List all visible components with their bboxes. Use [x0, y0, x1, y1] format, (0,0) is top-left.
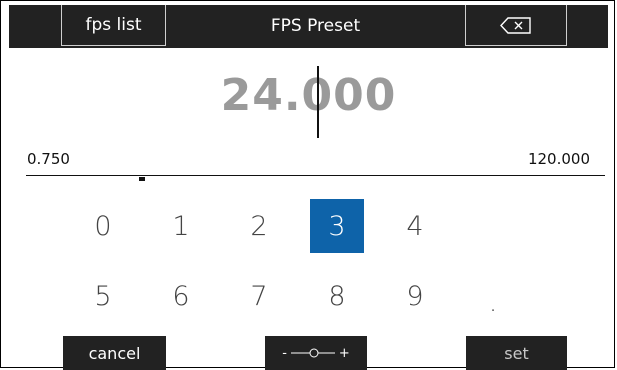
page-title: FPS Preset	[166, 5, 465, 46]
key-5[interactable]: 5	[76, 269, 130, 323]
range-track	[26, 175, 605, 176]
key-4[interactable]: 4	[388, 199, 442, 253]
fps-value-display: 24.000	[220, 70, 397, 121]
key-6[interactable]: 6	[154, 269, 208, 323]
key-7[interactable]: 7	[232, 269, 286, 323]
range-max-label: 120.000	[527, 150, 590, 168]
backspace-button[interactable]	[465, 5, 567, 46]
slider-mode-button[interactable]: - +	[265, 336, 367, 370]
range-min-label: 0.750	[27, 150, 70, 168]
backspace-icon	[500, 16, 531, 34]
fps-list-label: fps list	[85, 15, 142, 35]
set-label: set	[504, 343, 529, 363]
key-2[interactable]: 2	[232, 199, 286, 253]
key-3[interactable]: 3	[310, 199, 364, 253]
fps-list-button[interactable]: fps list	[61, 5, 166, 46]
slider-control: - +	[282, 346, 350, 361]
slider-icon	[290, 348, 335, 358]
slider-minus-label: -	[282, 345, 287, 361]
cancel-label: cancel	[88, 343, 141, 363]
text-cursor	[317, 66, 319, 138]
set-button[interactable]: set	[466, 336, 567, 370]
slider-plus-label: +	[338, 345, 350, 361]
cancel-button[interactable]: cancel	[63, 336, 166, 370]
key-8[interactable]: 8	[310, 269, 364, 323]
range-position-marker	[139, 177, 145, 181]
key-9[interactable]: 9	[388, 269, 442, 323]
header-bar: fps list FPS Preset	[9, 5, 608, 48]
page-title-text: FPS Preset	[270, 15, 361, 36]
key-decimal-point[interactable]: .	[466, 275, 520, 329]
key-0[interactable]: 0	[76, 199, 130, 253]
key-1[interactable]: 1	[154, 199, 208, 253]
